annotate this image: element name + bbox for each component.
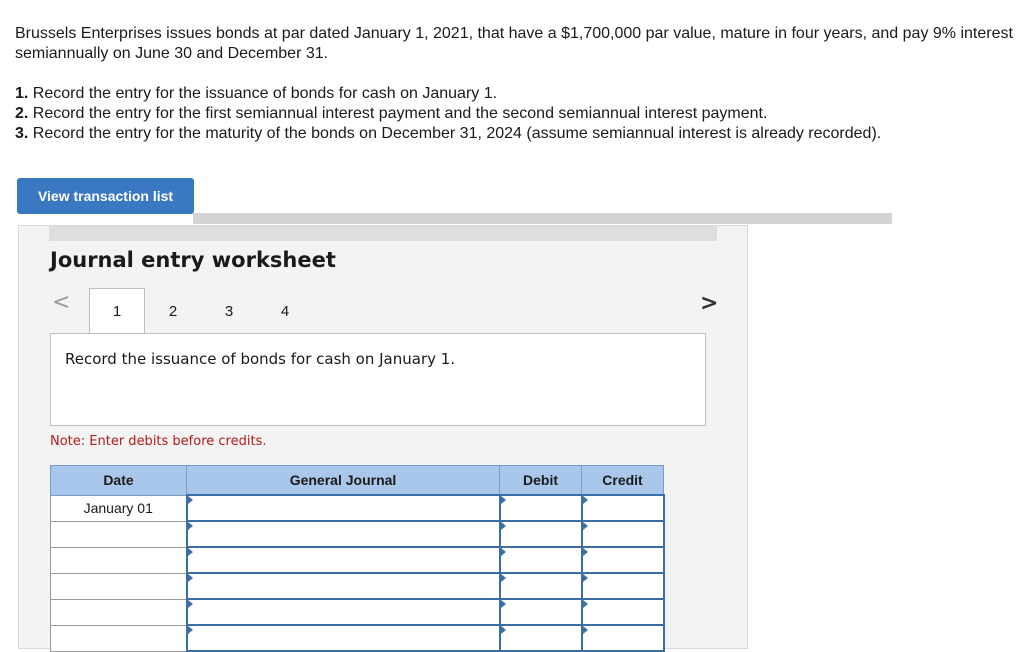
account-input[interactable] [185, 520, 501, 548]
dropdown-indicator-icon [500, 548, 506, 556]
account-input[interactable] [185, 598, 501, 626]
journal-table: Date General Journal Debit Credit Januar… [50, 465, 665, 652]
account-input[interactable] [185, 624, 501, 652]
dropdown-indicator-icon [582, 548, 588, 556]
dropdown-indicator-icon [582, 626, 588, 634]
table-row [50, 520, 665, 548]
debit-input[interactable] [498, 598, 583, 626]
debit-input[interactable] [498, 520, 583, 548]
requirement-number: 1. [15, 85, 29, 102]
dropdown-indicator-icon [500, 522, 506, 530]
dropdown-indicator-icon [582, 496, 588, 504]
worksheet-title: Journal entry worksheet [50, 248, 336, 272]
date-cell: January 01 [50, 494, 187, 522]
credit-input[interactable] [580, 572, 665, 600]
debit-header: Debit [499, 465, 582, 496]
tab-3[interactable]: 3 [201, 288, 257, 334]
worksheet-header-strip [49, 226, 717, 241]
dropdown-indicator-icon [187, 600, 193, 608]
general-journal-header: General Journal [186, 465, 500, 496]
table-row [50, 598, 665, 626]
account-input[interactable] [185, 494, 501, 522]
requirement-text: Record the entry for the maturity of the… [28, 125, 882, 142]
dropdown-indicator-icon [187, 522, 193, 530]
debit-input[interactable] [498, 624, 583, 652]
dropdown-indicator-icon [582, 574, 588, 582]
dropdown-indicator-icon [187, 548, 193, 556]
view-transaction-list-button[interactable]: View transaction list [17, 178, 194, 214]
table-row: January 01 [50, 494, 665, 522]
credit-input[interactable] [580, 546, 665, 574]
instruction-box: Record the issuance of bonds for cash on… [50, 333, 706, 426]
requirement-1: 1. Record the entry for the issuance of … [15, 84, 1020, 104]
requirement-text: Record the entry for the issuance of bon… [28, 85, 498, 102]
requirement-number: 2. [15, 105, 29, 122]
dropdown-indicator-icon [582, 522, 588, 530]
table-row [50, 572, 665, 600]
chevron-left-icon[interactable]: < [52, 290, 70, 315]
dropdown-indicator-icon [500, 626, 506, 634]
requirement-text: Record the entry for the first semiannua… [28, 105, 768, 122]
chevron-right-icon[interactable]: > [700, 291, 718, 316]
account-input[interactable] [185, 572, 501, 600]
tab-4[interactable]: 4 [257, 288, 313, 334]
credit-input[interactable] [580, 598, 665, 626]
dropdown-indicator-icon [500, 600, 506, 608]
requirements-list: 1. Record the entry for the issuance of … [15, 84, 1020, 144]
account-input[interactable] [185, 546, 501, 574]
problem-statement: Brussels Enterprises issues bonds at par… [15, 24, 1020, 144]
problem-text: Brussels Enterprises issues bonds at par… [15, 25, 1013, 62]
requirement-number: 3. [15, 125, 29, 142]
date-cell [50, 546, 187, 574]
tab-1[interactable]: 1 [89, 288, 145, 334]
table-row [50, 624, 665, 652]
dropdown-indicator-icon [582, 600, 588, 608]
journal-header-row: Date General Journal Debit Credit [50, 465, 664, 496]
credit-input[interactable] [580, 624, 665, 652]
date-cell [50, 598, 187, 626]
requirement-3: 3. Record the entry for the maturity of … [15, 124, 1020, 144]
credit-input[interactable] [580, 494, 665, 522]
requirement-2: 2. Record the entry for the first semian… [15, 104, 1020, 124]
date-cell [50, 572, 187, 600]
top-divider-bar [193, 213, 892, 224]
dropdown-indicator-icon [187, 574, 193, 582]
dropdown-indicator-icon [500, 574, 506, 582]
instruction-text: Record the issuance of bonds for cash on… [65, 350, 456, 368]
debit-input[interactable] [498, 494, 583, 522]
note-text: Note: Enter debits before credits. [50, 434, 267, 449]
date-cell [50, 520, 187, 548]
dropdown-indicator-icon [187, 626, 193, 634]
date-cell [50, 624, 187, 652]
tab-2[interactable]: 2 [145, 288, 201, 334]
credit-header: Credit [581, 465, 664, 496]
debit-input[interactable] [498, 572, 583, 600]
debit-input[interactable] [498, 546, 583, 574]
date-header: Date [50, 465, 187, 496]
dropdown-indicator-icon [500, 496, 506, 504]
dropdown-indicator-icon [187, 496, 193, 504]
table-row [50, 546, 665, 574]
credit-input[interactable] [580, 520, 665, 548]
